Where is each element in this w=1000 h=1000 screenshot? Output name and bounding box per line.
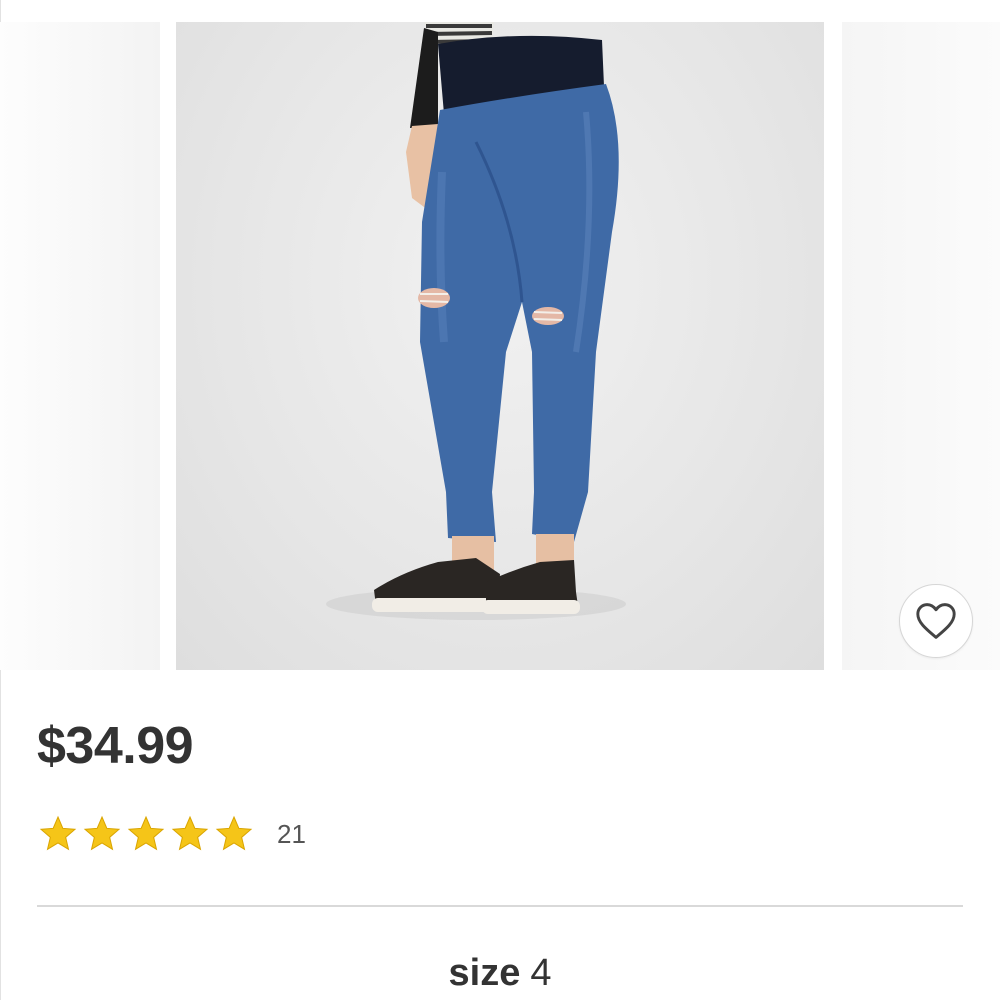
- star-icon: [39, 815, 77, 851]
- favorite-button[interactable]: [899, 584, 973, 658]
- next-image-peek[interactable]: [842, 22, 1000, 670]
- rating-count[interactable]: 21: [277, 819, 306, 850]
- product-price: $34.99: [37, 717, 194, 775]
- size-label: size: [448, 952, 521, 994]
- size-selector-heading: size 4: [0, 952, 1000, 995]
- star-icon: [127, 815, 165, 851]
- section-divider: [37, 905, 963, 907]
- rating-stars: [37, 814, 255, 854]
- size-value: 4: [530, 952, 552, 994]
- product-image[interactable]: [176, 22, 824, 670]
- heart-outline-icon: [916, 603, 956, 639]
- star-icon: [83, 815, 121, 851]
- product-photo: [326, 22, 626, 620]
- product-image-carousel[interactable]: [0, 0, 1000, 690]
- star-icon: [215, 815, 253, 851]
- product-rating[interactable]: 21: [37, 812, 306, 856]
- previous-image-peek[interactable]: [0, 22, 160, 670]
- star-icon: [171, 815, 209, 851]
